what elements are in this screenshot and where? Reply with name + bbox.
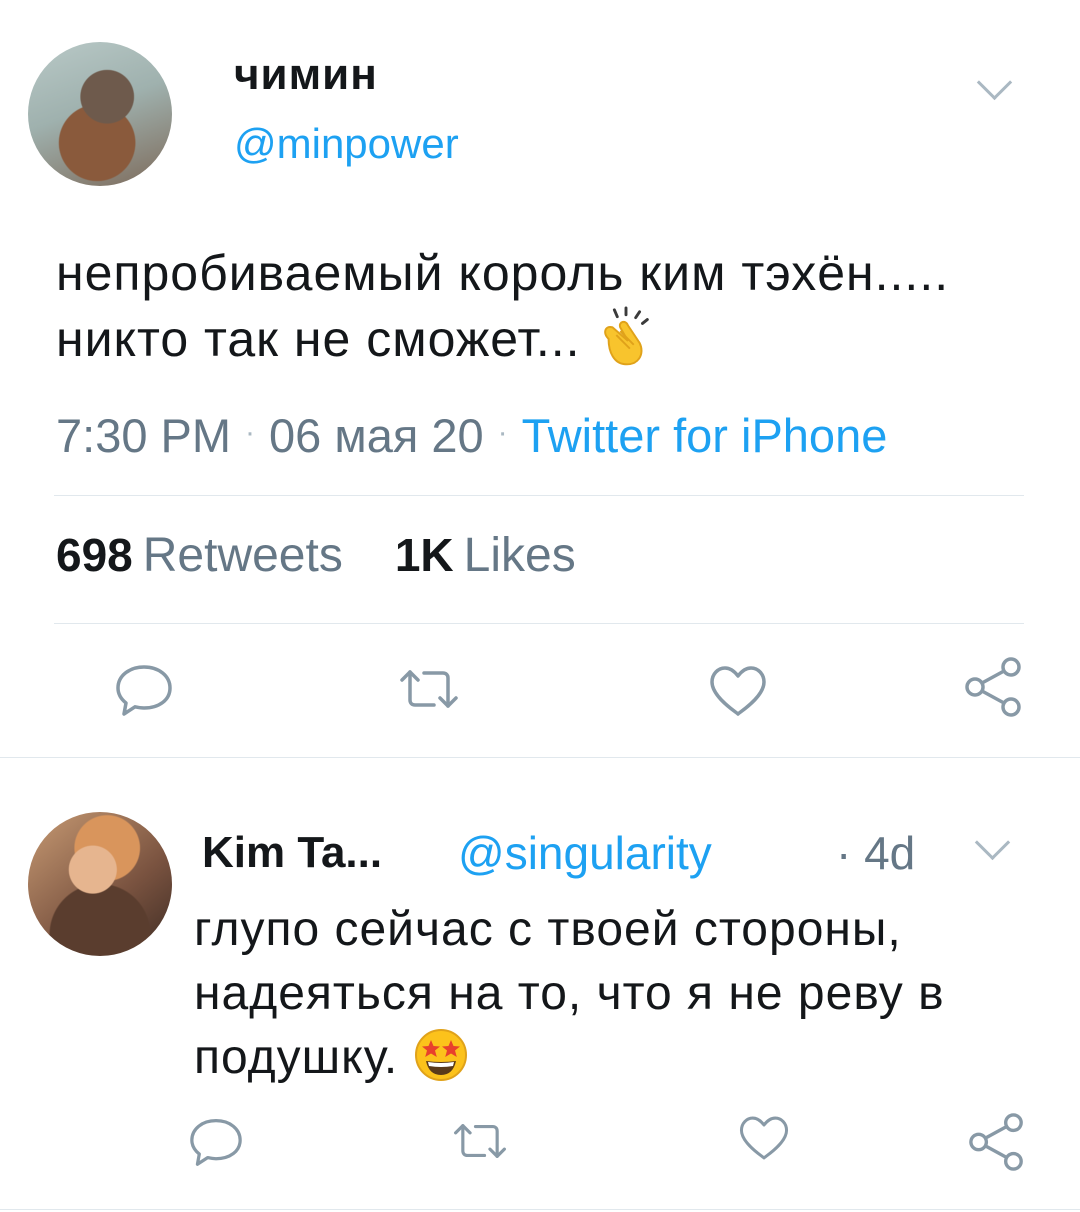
clapping-hands-icon: [595, 306, 657, 368]
divider: [54, 495, 1024, 496]
like-icon[interactable]: [738, 1114, 790, 1162]
tweet-text-content: непробиваемый король ким тэхён..... никт…: [56, 245, 950, 367]
author-handle[interactable]: @minpower: [234, 120, 459, 168]
retweet-icon[interactable]: [398, 666, 460, 712]
retweets-stat[interactable]: 698 Retweets: [56, 529, 343, 582]
retweets-count: 698: [56, 529, 133, 581]
chevron-down-icon[interactable]: [976, 64, 1013, 101]
separator-dot: ·: [497, 416, 508, 449]
tweet-source-link[interactable]: Twitter for iPhone: [522, 409, 888, 462]
reply-author-handle[interactable]: @singularity: [458, 826, 712, 880]
likes-stat[interactable]: 1K Likes: [395, 529, 576, 582]
author-name[interactable]: чимин: [234, 50, 378, 100]
reply-text: глупо сейчас с твоей стороны, надеяться …: [194, 898, 1054, 1090]
section-divider: [0, 757, 1080, 758]
reply-author-avatar[interactable]: [28, 812, 172, 956]
author-avatar[interactable]: [28, 42, 172, 186]
chevron-down-icon[interactable]: [974, 824, 1011, 861]
tweet-stats: 698 Retweets 1K Likes: [56, 528, 576, 583]
retweet-icon[interactable]: [452, 1120, 508, 1162]
reply-icon[interactable]: [188, 1116, 244, 1168]
tweet-meta: 7:30 PM · 06 мая 20 · Twitter for iPhone: [56, 408, 887, 463]
retweets-label: Retweets: [142, 529, 343, 582]
share-icon[interactable]: [968, 1112, 1026, 1172]
section-divider: [0, 1209, 1080, 1210]
share-icon[interactable]: [964, 656, 1024, 718]
reply-timestamp[interactable]: · 4d: [836, 826, 915, 880]
likes-label: Likes: [463, 529, 576, 582]
reply-icon[interactable]: [114, 662, 174, 718]
reply-author-name[interactable]: Kim Ta...: [202, 828, 382, 878]
like-icon[interactable]: [708, 664, 768, 718]
separator-dot: ·: [245, 416, 256, 449]
star-struck-icon: [413, 1027, 469, 1083]
divider: [54, 623, 1024, 624]
tweet-text: непробиваемый король ким тэхён..... никт…: [56, 240, 1046, 372]
reply-text-content: глупо сейчас с твоей стороны, надеяться …: [194, 903, 945, 1084]
tweet-date: 06 мая 20: [269, 409, 484, 462]
tweet-time: 7:30 PM: [56, 409, 232, 462]
likes-count: 1K: [394, 529, 454, 581]
